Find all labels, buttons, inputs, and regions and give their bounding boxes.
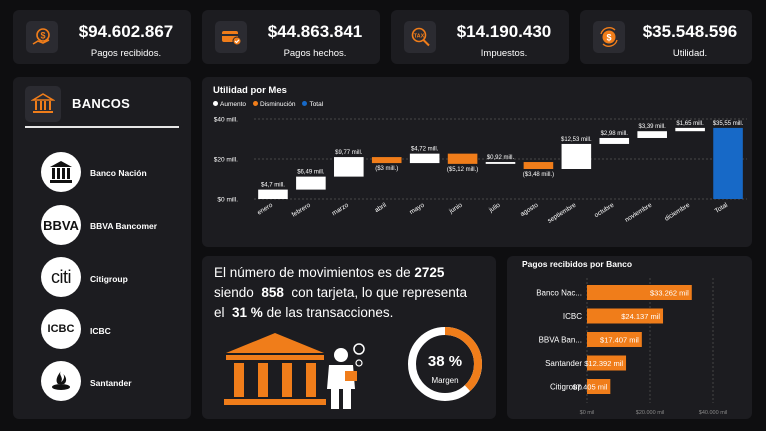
waterfall-bar: [409, 153, 440, 164]
x-tick-label: junio: [447, 202, 464, 216]
x-tick-label: septiembre: [546, 202, 577, 225]
waterfall-bar: [713, 127, 743, 199]
kpi-value: $14.190.430: [456, 22, 552, 41]
summary-text-part: de las transacciones.: [266, 305, 394, 320]
data-label: $12,53 mill.: [561, 137, 592, 143]
waterfall-bar: [371, 157, 402, 164]
bank-item-label: ICBC: [90, 326, 111, 336]
summary-text-part: El número de movimientos es de: [214, 265, 411, 280]
kpi-label: Pagos hechos.: [283, 48, 347, 59]
bank-item-label: Banco Nación: [90, 168, 147, 178]
bbva-logo: BBVA: [41, 205, 81, 245]
kpi-card-impuestos: TAX $14.190.430 Impuestos.: [391, 10, 569, 64]
y-tick-label: $40 mill.: [214, 117, 238, 124]
santander-flame-logo: [41, 361, 81, 401]
x-tick-label: $20.000 mil: [636, 410, 664, 416]
x-tick-label: noviembre: [624, 202, 654, 224]
donut-value: 38 %: [427, 353, 463, 370]
kpi-label: Pagos recibidos.: [90, 48, 162, 59]
data-label: $6,49 mill.: [297, 170, 325, 176]
y-tick-label: BBVA Ban...: [539, 336, 582, 345]
x-tick-label: mayo: [409, 202, 427, 217]
banks-panel: BANCOS Banco Nación BBVA BBVA Bancomer c…: [13, 77, 191, 419]
summary-text: El número de movimientos es de 2725 sien…: [214, 263, 494, 323]
kpi-card-utilidad: $ $35.548.596 Utilidad.: [580, 10, 752, 64]
bank-item-label: BBVA Bancomer: [90, 221, 158, 231]
kpi-value: $94.602.867: [78, 22, 174, 41]
summary-panel: El número de movimientos es de 2725 sien…: [202, 256, 496, 419]
bank-item-label: Citigroup: [90, 274, 128, 284]
data-label: ($3 mill.): [375, 166, 398, 172]
banco-nacion-logo: [41, 152, 81, 192]
data-label: $7.405 mil: [573, 383, 608, 392]
x-tick-label: enero: [256, 202, 274, 217]
data-label: $9,77 mill.: [335, 150, 363, 156]
waterfall-bar: [485, 162, 516, 164]
divider: [25, 126, 179, 128]
x-tick-label: agosto: [519, 202, 540, 218]
y-tick-label: Banco Nac...: [536, 289, 582, 298]
waterfall-bar: [258, 189, 288, 199]
data-label: $4,7 mill.: [261, 183, 285, 189]
x-tick-label: julio: [487, 202, 502, 215]
y-tick-label: Santander: [545, 359, 582, 368]
data-label: $2,98 mill.: [601, 131, 629, 137]
utilidad-chart-card: Utilidad por Mes Aumento Disminución Tot…: [202, 77, 752, 247]
kpi-card-pagos-hechos: $44.863.841 Pagos hechos.: [202, 10, 380, 64]
waterfall-bar: [447, 153, 478, 164]
banks-title: BANCOS: [72, 96, 131, 111]
x-tick-label: Total: [714, 201, 730, 215]
y-tick-label: ICBC: [563, 312, 582, 321]
y-tick-label: $0 mill.: [217, 197, 238, 204]
card-count: 858: [261, 285, 284, 300]
kpi-label: Impuestos.: [480, 48, 528, 59]
kpi-value: $35.548.596: [642, 22, 738, 41]
data-label: $1,65 mill.: [676, 121, 704, 127]
x-tick-label: febrero: [291, 202, 313, 219]
data-label: $4,72 mill.: [411, 147, 439, 153]
waterfall-bar: [637, 131, 667, 138]
waterfall-bar: [561, 143, 592, 169]
waterfall-bar: [296, 176, 326, 190]
data-label: $24.137 mil: [621, 312, 660, 321]
data-label: $33.262 mil: [650, 289, 689, 298]
kpi-label: Utilidad.: [672, 48, 708, 59]
data-label: ($3,48 mill.): [523, 172, 554, 178]
x-tick-label: marzo: [331, 202, 350, 218]
summary-text-part: el: [214, 305, 225, 320]
x-tick-label: diciembre: [664, 202, 692, 223]
waterfall-chart: $0 mill. $20 mill. $40 mill. $4,7 mill. ener…: [214, 117, 747, 225]
icbc-logo: ICBC: [41, 309, 81, 349]
bank-item-label: Santander: [90, 378, 132, 388]
citi-logo: citi: [41, 257, 81, 297]
bank-building-icon: [25, 86, 61, 122]
pagos-banco-card: Pagos recibidos por Banco $0 mil $20.000 …: [507, 256, 752, 419]
data-label: $3,39 mill.: [639, 124, 667, 130]
movements-count: 2725: [414, 265, 445, 280]
x-tick-label: $40.000 mil: [699, 410, 727, 416]
kpi-card-pagos-recibidos: $ $94.602.867 Pagos recibidos.: [13, 10, 191, 64]
waterfall-bar: [675, 127, 705, 132]
waterfall-bar: [599, 137, 630, 144]
data-label: $12.392 mil: [584, 359, 623, 368]
bank-illustration-icon: [224, 333, 326, 405]
x-tick-label: octubre: [593, 202, 615, 220]
bank-bar-chart: $0 mil $20.000 mil $40.000 mil Banco Nac...…: [536, 278, 727, 416]
x-tick-label: abril: [374, 201, 389, 214]
y-tick-label: $20 mill.: [214, 157, 238, 164]
donut-label: Margen: [431, 376, 459, 385]
data-label: $0,92 mill.: [487, 155, 515, 161]
data-label: $17.407 mil: [600, 336, 639, 345]
kpi-value: $44.863.841: [267, 22, 363, 41]
card-percent: 31 %: [232, 305, 263, 320]
data-label: $35,55 mill.: [713, 121, 744, 127]
businessman-icon: [327, 343, 365, 409]
x-tick-label: $0 mil: [580, 410, 595, 416]
waterfall-bar: [334, 157, 364, 177]
waterfall-bar: [523, 162, 554, 169]
summary-text-part: siendo: [214, 285, 254, 300]
summary-text-part: con tarjeta, lo que representa: [291, 285, 467, 300]
data-label: ($5,12 mill.): [447, 167, 478, 173]
